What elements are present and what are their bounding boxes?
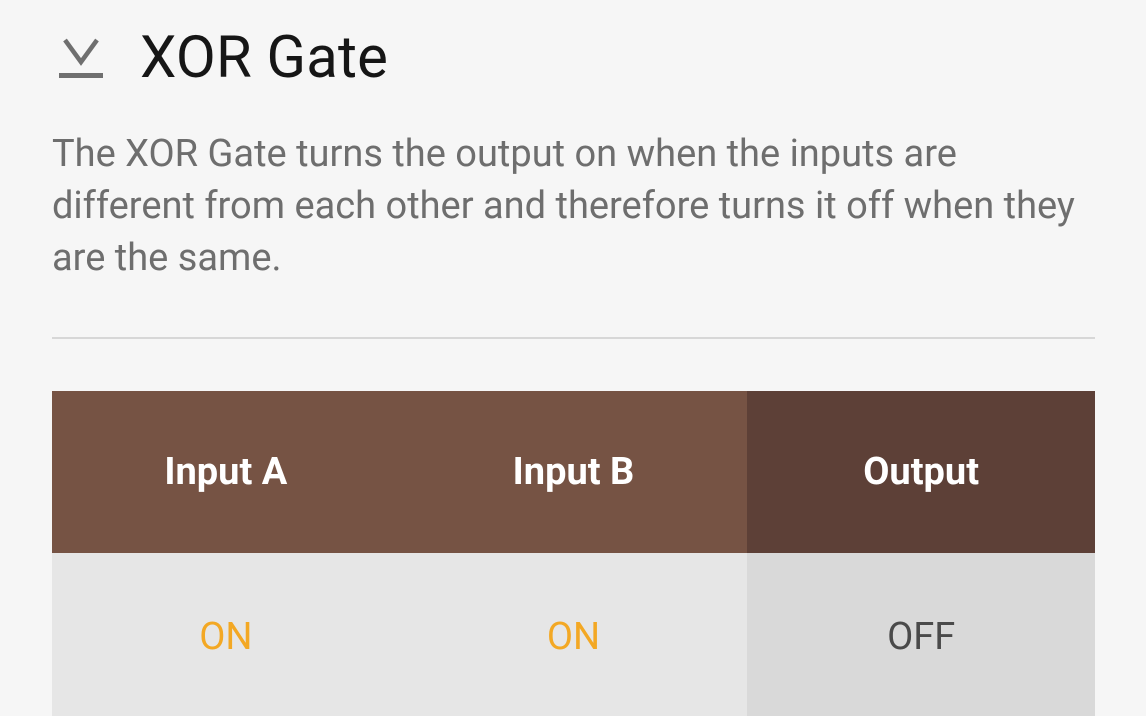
cell-input-a: ON: [52, 553, 400, 716]
gate-description: The XOR Gate turns the output on when th…: [52, 132, 1075, 280]
page-title: XOR Gate: [140, 24, 389, 92]
cell-input-b: ON: [399, 553, 748, 716]
truth-table: Input A Input B Output ON ON OFF: [52, 391, 1095, 716]
table-header-row: Input A Input B Output: [52, 391, 1095, 553]
table-row: ON ON OFF: [52, 553, 1095, 716]
cell-output: OFF: [747, 553, 1095, 716]
divider: [52, 337, 1095, 339]
title-row: XOR Gate: [54, 18, 388, 98]
gate-info-page: XOR Gate The XOR Gate turns the output o…: [0, 0, 1146, 716]
column-header-input-a: Input A: [52, 391, 400, 553]
xor-gate-symbol-icon: [54, 30, 108, 86]
column-header-input-b: Input B: [399, 391, 748, 553]
column-header-output: Output: [747, 391, 1095, 553]
